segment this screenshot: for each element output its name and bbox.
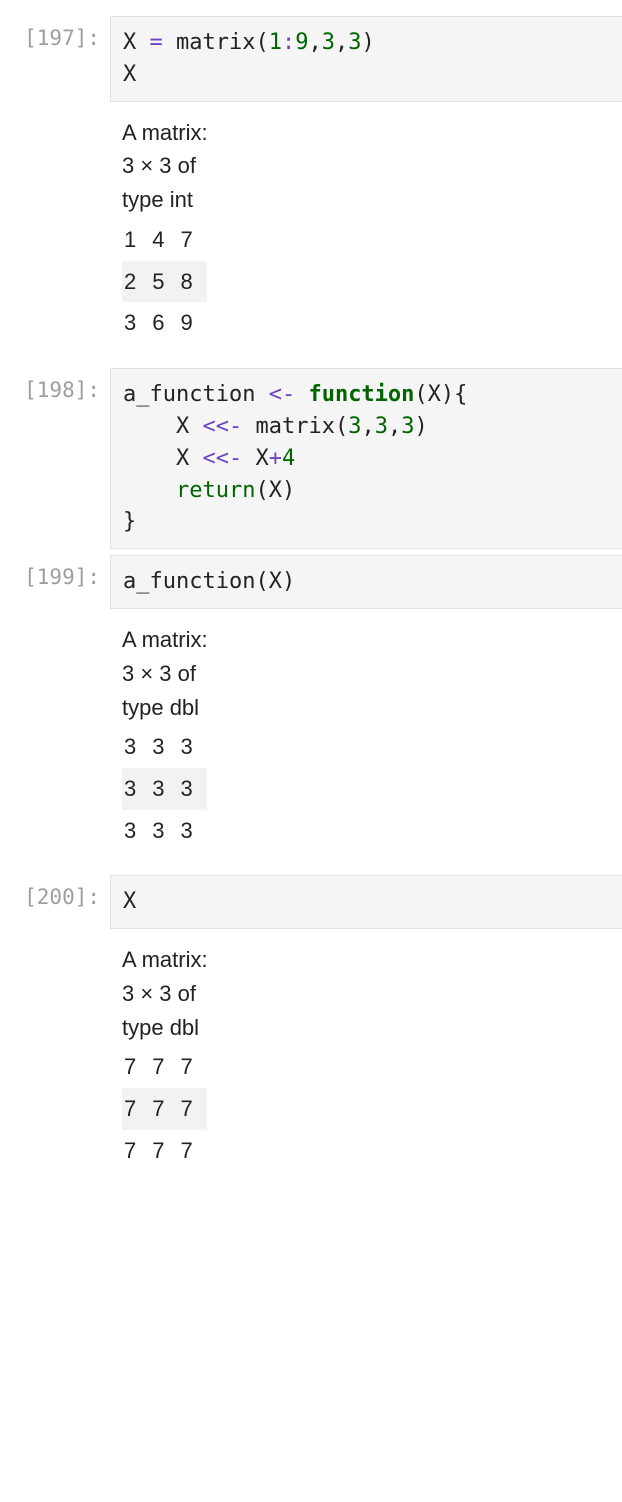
table-row: 777	[122, 1130, 207, 1172]
output-header-line: 3 × 3 of	[122, 151, 622, 181]
matrix-cell: 7	[179, 1130, 207, 1172]
table-row: 258	[122, 261, 207, 303]
cell-output: A matrix:3 × 3 oftype dbl777777777	[0, 935, 622, 1189]
table-row: 333	[122, 768, 207, 810]
code-input[interactable]: X = matrix(1:9,3,3)X	[110, 16, 622, 102]
output-header-line: A matrix:	[122, 625, 622, 655]
matrix-cell: 7	[122, 1130, 150, 1172]
matrix-cell: 2	[122, 261, 150, 303]
table-row: 777	[122, 1088, 207, 1130]
matrix-cell: 6	[150, 302, 178, 344]
output-header-line: A matrix:	[122, 945, 622, 975]
cell-input: [197]:X = matrix(1:9,3,3)X	[0, 16, 622, 102]
matrix-cell: 3	[179, 726, 207, 768]
matrix-cell: 7	[179, 1088, 207, 1130]
matrix-cell: 5	[150, 261, 178, 303]
output-content: A matrix:3 × 3 oftype dbl777777777	[110, 935, 622, 1189]
output-header-line: type dbl	[122, 1013, 622, 1043]
cell-input: [200]:X	[0, 875, 622, 929]
matrix-cell: 3	[150, 810, 178, 852]
output-header-line: 3 × 3 of	[122, 659, 622, 689]
matrix-cell: 3	[122, 302, 150, 344]
matrix-cell: 3	[150, 768, 178, 810]
matrix-cell: 9	[179, 302, 207, 344]
output-header-line: type dbl	[122, 693, 622, 723]
matrix-cell: 7	[179, 219, 207, 261]
matrix-table: 333333333	[122, 726, 207, 851]
output-header-line: 3 × 3 of	[122, 979, 622, 1009]
matrix-table: 147258369	[122, 219, 207, 344]
code-input[interactable]: a_function(X)	[110, 555, 622, 609]
matrix-cell: 7	[122, 1088, 150, 1130]
cell-input: [199]:a_function(X)	[0, 555, 622, 609]
code-input[interactable]: X	[110, 875, 622, 929]
output-header-line: A matrix:	[122, 118, 622, 148]
cell-output: A matrix:3 × 3 oftype dbl333333333	[0, 615, 622, 869]
matrix-cell: 7	[122, 1046, 150, 1088]
matrix-cell: 7	[179, 1046, 207, 1088]
matrix-cell: 3	[122, 726, 150, 768]
matrix-cell: 3	[179, 810, 207, 852]
output-header-line: type int	[122, 185, 622, 215]
matrix-table: 777777777	[122, 1046, 207, 1171]
matrix-cell: 7	[150, 1088, 178, 1130]
matrix-cell: 7	[150, 1046, 178, 1088]
notebook: [197]:X = matrix(1:9,3,3)XA matrix:3 × 3…	[0, 0, 622, 1219]
execution-count: [199]:	[0, 555, 110, 589]
matrix-cell: 7	[150, 1130, 178, 1172]
matrix-cell: 1	[122, 219, 150, 261]
table-row: 333	[122, 810, 207, 852]
matrix-cell: 3	[179, 768, 207, 810]
table-row: 777	[122, 1046, 207, 1088]
matrix-cell: 3	[150, 726, 178, 768]
matrix-cell: 3	[122, 810, 150, 852]
table-row: 369	[122, 302, 207, 344]
execution-count: [197]:	[0, 16, 110, 50]
execution-count: [198]:	[0, 368, 110, 402]
code-input[interactable]: a_function <- function(X){ X <<- matrix(…	[110, 368, 622, 549]
matrix-cell: 8	[179, 261, 207, 303]
output-content: A matrix:3 × 3 of type int 147258369	[110, 108, 622, 362]
matrix-cell: 4	[150, 219, 178, 261]
cell-input: [198]:a_function <- function(X){ X <<- m…	[0, 368, 622, 549]
table-row: 333	[122, 726, 207, 768]
execution-count: [200]:	[0, 875, 110, 909]
matrix-cell: 3	[122, 768, 150, 810]
cell-output: A matrix:3 × 3 of type int 147258369	[0, 108, 622, 362]
table-row: 147	[122, 219, 207, 261]
output-content: A matrix:3 × 3 oftype dbl333333333	[110, 615, 622, 869]
